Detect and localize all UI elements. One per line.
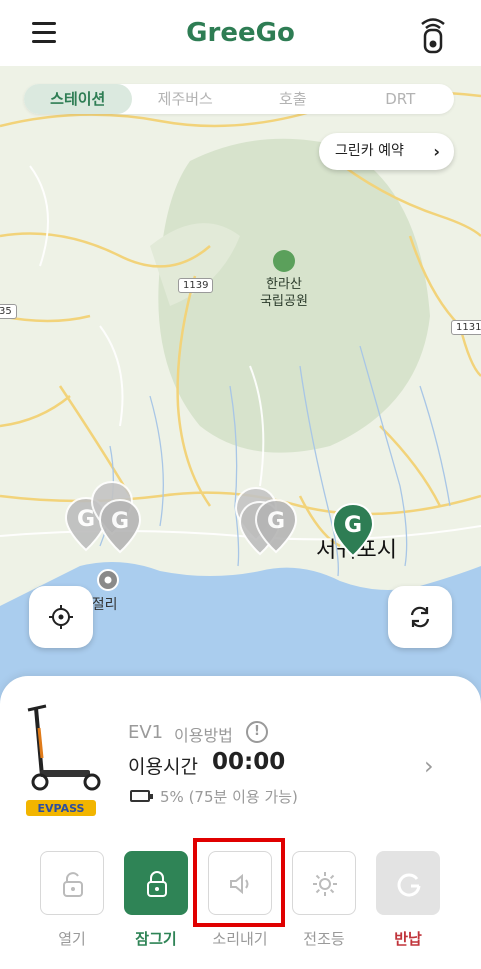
park-name: 한라산 국립공원 [248, 276, 320, 310]
battery-percent: 5% [160, 788, 184, 806]
vehicle-panel: EVPASS EV1 이용방법 ! 이용시간 00:00 5% (75분 이용 … [0, 676, 481, 969]
speaker-icon [230, 873, 249, 895]
lock-button[interactable] [124, 851, 188, 915]
crosshair-icon [49, 605, 73, 629]
refresh-button[interactable] [388, 586, 452, 648]
headlight-button[interactable] [292, 851, 356, 915]
return-button[interactable] [376, 851, 440, 915]
greencar-reservation-label: 그린카 예약 [335, 143, 404, 159]
tab-drt[interactable]: DRT [347, 84, 455, 114]
road-label-1139: 1139 [178, 278, 214, 293]
headlight-icon [313, 872, 337, 896]
station-marker[interactable]: G [98, 498, 142, 554]
svg-text:G: G [111, 509, 129, 534]
tab-call[interactable]: 호출 [239, 84, 347, 114]
return-label: 반납 [394, 930, 422, 948]
svg-text:G: G [267, 509, 285, 534]
vehicle-name: EV1 [128, 722, 164, 743]
usage-guide-link[interactable]: 이용방법 [174, 722, 233, 746]
tab-jeju-bus[interactable]: 제주버스 [132, 84, 240, 114]
park-name-line2: 국립공원 [260, 294, 308, 309]
park-icon [273, 250, 295, 272]
station-marker[interactable]: G [254, 498, 298, 554]
app-title: GreeGo [186, 18, 295, 48]
unlock-label: 열기 [58, 930, 86, 948]
battery-icon [130, 790, 153, 802]
lock-icon [147, 871, 167, 897]
unlock-icon [63, 872, 83, 897]
park-name-line1: 한라산 [266, 277, 302, 292]
my-location-button[interactable] [29, 586, 93, 648]
tab-station[interactable]: 스테이션 [24, 84, 132, 114]
battery-status: 5% (75분 이용 가능) [160, 786, 298, 807]
chevron-right-icon[interactable]: › [424, 752, 434, 780]
remote-control-icon[interactable] [414, 14, 452, 54]
map-view[interactable]: 스테이션 제주버스 호출 DRT 그린카 예약 › 1139 1131 35 한… [0, 66, 481, 716]
place-pin-icon [97, 569, 119, 591]
sound-label: 소리내기 [212, 930, 268, 948]
return-icon [397, 873, 421, 897]
refresh-icon [410, 606, 430, 628]
road-label-1131: 1131 [451, 320, 481, 335]
info-icon[interactable]: ! [246, 721, 268, 743]
svg-text:G: G [344, 513, 362, 538]
scooter-brand-text: EVPASS [38, 802, 85, 815]
chevron-right-icon: › [433, 142, 440, 161]
scooter-image: EVPASS [26, 704, 101, 816]
sound-button[interactable] [208, 851, 272, 915]
usage-time-value: 00:00 [212, 749, 286, 775]
greencar-reservation-button[interactable]: 그린카 예약 › [319, 133, 454, 170]
app-header: GreeGo [0, 0, 481, 66]
transport-tabs: 스테이션 제주버스 호출 DRT [24, 84, 454, 114]
unlock-button[interactable] [40, 851, 104, 915]
headlight-label: 전조등 [303, 930, 345, 948]
lock-label: 잠그기 [135, 930, 177, 948]
usage-time-label: 이용시간 [128, 756, 198, 778]
battery-detail: (75분 이용 가능) [188, 788, 298, 806]
road-label-35: 35 [0, 304, 17, 319]
active-station-marker[interactable]: G [331, 502, 375, 558]
